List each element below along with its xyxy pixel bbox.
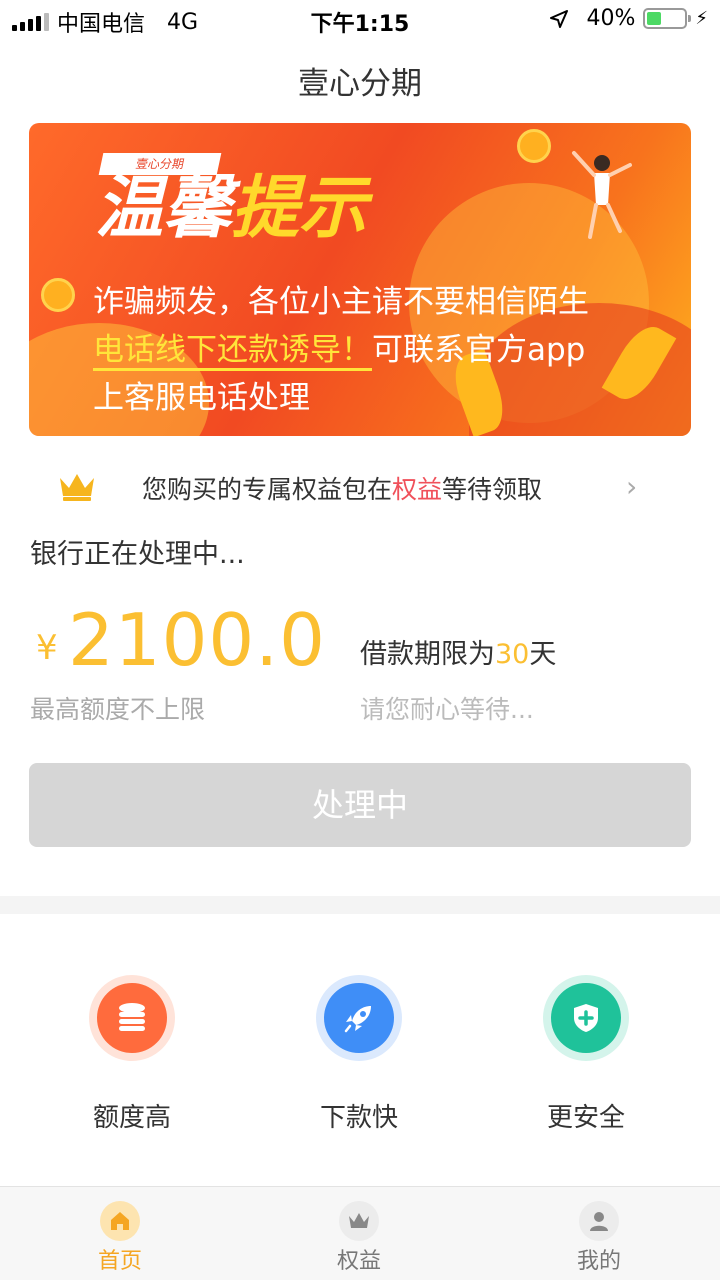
- banner-line-2-rest: 可联系官方app: [372, 332, 586, 368]
- feature-secure: 更安全: [496, 975, 676, 1134]
- battery-percent: 40%: [586, 6, 636, 31]
- term-days: 30: [495, 639, 530, 670]
- status-right: 40% ⚡: [550, 6, 708, 31]
- headline-white: 温馨: [95, 169, 232, 248]
- shield-plus-icon: [551, 983, 621, 1053]
- banner-headline: 温馨提示: [95, 175, 367, 243]
- loan-amount: 2100.0: [68, 598, 326, 682]
- banner-line-2: 电话线下还款诱导！可联系官方app: [93, 326, 589, 374]
- notice-prefix: 您购买的专属权益包在: [142, 475, 393, 504]
- feature-label: 下款快: [319, 1103, 398, 1133]
- tab-label: 首页: [97, 1249, 142, 1274]
- battery-icon: [643, 8, 692, 29]
- headline-yellow: 提示: [231, 169, 368, 248]
- currency-symbol: ¥: [36, 628, 58, 668]
- banner-highlight: 电话线下还款诱导！: [93, 332, 372, 371]
- status-bar: 中国电信 4G 下午1:15 40% ⚡: [0, 0, 720, 40]
- banner-line-3: 上客服电话处理: [93, 380, 310, 416]
- section-divider: [0, 896, 720, 914]
- limit-note: 最高额度不上限: [30, 695, 206, 724]
- location-arrow-icon: [550, 9, 569, 28]
- coin-stack-icon: [97, 983, 167, 1053]
- loan-term: 借款期限为30天: [360, 632, 556, 671]
- notice-text: 您购买的专属权益包在权益等待领取: [142, 470, 542, 506]
- term-suffix: 天: [529, 639, 557, 670]
- banner-line-1: 诈骗频发，各位小主请不要相信陌生: [93, 284, 589, 320]
- tab-bar: 首页 权益 我的: [0, 1186, 720, 1280]
- tab-label: 我的: [576, 1249, 621, 1274]
- crown-icon: [339, 1201, 379, 1241]
- coin-icon: [517, 129, 551, 163]
- benefits-notice[interactable]: 您购买的专属权益包在权益等待领取 ›: [0, 462, 720, 512]
- tab-label: 权益: [336, 1249, 381, 1274]
- wait-note: 请您耐心等待...: [360, 695, 534, 724]
- processing-button[interactable]: 处理中: [29, 763, 691, 847]
- user-icon: [579, 1201, 619, 1241]
- processing-status: 银行正在处理中...: [30, 539, 245, 570]
- jumping-person-illustration: [572, 151, 632, 239]
- tab-me[interactable]: 我的: [539, 1201, 659, 1275]
- coin-icon: [41, 278, 75, 312]
- term-prefix: 借款期限为: [360, 639, 495, 670]
- chevron-right-icon: ›: [626, 470, 638, 503]
- tab-home[interactable]: 首页: [60, 1201, 180, 1275]
- crown-icon: [60, 474, 94, 501]
- feature-label: 额度高: [92, 1103, 171, 1133]
- warning-banner[interactable]: 壹心分期 温馨提示 诈骗频发，各位小主请不要相信陌生 电话线下还款诱导！可联系官…: [29, 123, 691, 436]
- feature-label: 更安全: [546, 1103, 625, 1133]
- page-title: 壹心分期: [298, 66, 422, 102]
- tab-benefits[interactable]: 权益: [299, 1201, 419, 1275]
- notice-highlight: 权益: [392, 475, 443, 504]
- home-icon: [100, 1201, 140, 1241]
- feature-fast-payout: 下款快: [269, 975, 449, 1134]
- charging-bolt-icon: ⚡: [695, 8, 708, 29]
- feature-high-limit: 额度高: [42, 975, 222, 1134]
- rocket-icon: [324, 983, 394, 1053]
- banner-body: 诈骗频发，各位小主请不要相信陌生 电话线下还款诱导！可联系官方app 上客服电话…: [93, 278, 589, 422]
- notice-suffix: 等待领取: [442, 475, 543, 504]
